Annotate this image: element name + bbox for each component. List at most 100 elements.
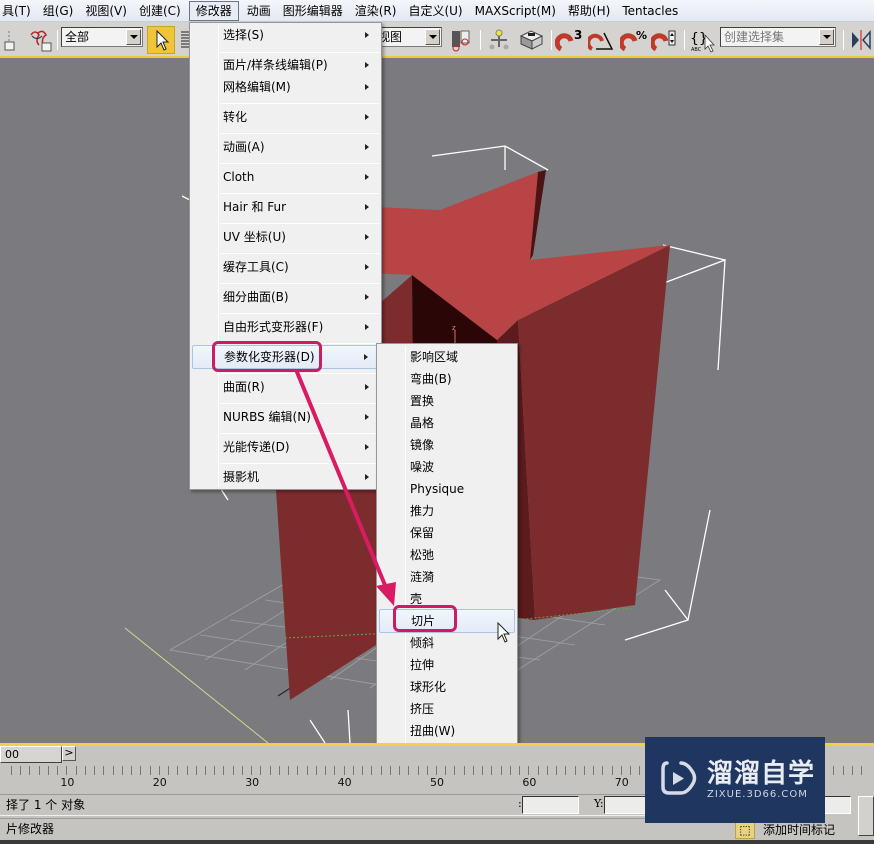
- menu-item-selection[interactable]: 选择(S): [192, 24, 379, 46]
- mirror-icon[interactable]: [848, 26, 874, 54]
- menu-tools[interactable]: 具(T): [0, 1, 37, 21]
- ruler-tick: [177, 766, 179, 775]
- time-slider-next-button[interactable]: >: [62, 746, 76, 761]
- time-tag-icon: ⬚: [735, 821, 755, 839]
- ruler-tick: [593, 766, 595, 775]
- ruler-tick: [371, 766, 373, 775]
- submenu-item[interactable]: 拉伸: [379, 654, 515, 676]
- menu-customize[interactable]: 自定义(U): [402, 1, 468, 21]
- menu-item-cache-tools[interactable]: 缓存工具(C): [192, 256, 379, 278]
- submenu-item[interactable]: 扭曲(W): [379, 720, 515, 742]
- menu-separator: [221, 223, 379, 224]
- menu-item-cameras[interactable]: 摄影机: [192, 466, 379, 488]
- menu-item-patch-spline-editing[interactable]: 面片/样条线编辑(P): [192, 54, 379, 76]
- percent-snap-icon[interactable]: %: [620, 26, 648, 54]
- ruler-tick: [620, 766, 622, 775]
- menu-maxscript[interactable]: MAXScript(M): [469, 1, 562, 21]
- menu-graph-editors[interactable]: 图形编辑器: [277, 1, 349, 21]
- ruler-label: 30: [245, 776, 260, 789]
- ruler-tick: [75, 766, 77, 775]
- menu-separator: [221, 463, 379, 464]
- y-coord-label: Y:: [594, 797, 604, 810]
- submenu-item[interactable]: Physique: [379, 478, 515, 500]
- submenu-item[interactable]: 涟漪: [379, 566, 515, 588]
- keyboard-shortcut-icon[interactable]: [517, 26, 545, 54]
- edit-named-selection-icon[interactable]: {} ABC: [688, 26, 718, 54]
- menu-item-cloth[interactable]: Cloth: [192, 166, 379, 188]
- menu-group[interactable]: 组(G): [37, 1, 80, 21]
- ruler-tick: [103, 766, 105, 775]
- menu-tentacles[interactable]: Tentacles: [616, 1, 684, 21]
- menu-views[interactable]: 视图(V): [79, 1, 133, 21]
- reference-coord-dropdown[interactable]: 视图: [375, 27, 442, 47]
- submenu-item[interactable]: 晶格: [379, 412, 515, 434]
- menu-item-free-form-deformers[interactable]: 自由形式变形器(F): [192, 316, 379, 338]
- x-coord-field[interactable]: [522, 796, 579, 814]
- chevron-down-icon[interactable]: [819, 29, 834, 45]
- toolbar-separator: [551, 30, 552, 50]
- menu-item-animation[interactable]: 动画(A): [192, 136, 379, 158]
- snap-3d-icon[interactable]: 3: [555, 26, 585, 54]
- menu-item-surface[interactable]: 曲面(R): [192, 376, 379, 398]
- menu-separator: [221, 313, 379, 314]
- ruler-tick: [334, 766, 336, 775]
- menu-rendering[interactable]: 渲染(R): [349, 1, 403, 21]
- chevron-down-icon[interactable]: [425, 29, 440, 45]
- ruler-tick: [66, 766, 68, 775]
- ruler-tick: [583, 766, 585, 775]
- submenu-arrow-icon: [365, 84, 369, 90]
- ruler-tick: [380, 766, 382, 775]
- chevron-down-icon[interactable]: [126, 29, 141, 45]
- submenu-arrow-icon: [365, 384, 369, 390]
- submenu-item[interactable]: 噪波: [379, 456, 515, 478]
- submenu-arrow-icon: [364, 354, 368, 360]
- spinner-snap-icon[interactable]: [651, 26, 679, 54]
- ruler-tick: [611, 766, 613, 775]
- submenu-item[interactable]: 推力: [379, 500, 515, 522]
- submenu-item[interactable]: 挤压: [379, 698, 515, 720]
- callout-slice: [393, 605, 457, 632]
- select-manipulate-icon[interactable]: [487, 26, 511, 54]
- menu-help[interactable]: 帮助(H): [562, 1, 616, 21]
- menu-modifiers[interactable]: 修改器: [188, 0, 239, 21]
- menu-item-radiosity[interactable]: 光能传递(D): [192, 436, 379, 458]
- unlink-icon[interactable]: [2, 26, 22, 54]
- ruler-label: 60: [522, 776, 537, 789]
- grid-setting-button[interactable]: [858, 796, 874, 836]
- ruler-tick: [186, 766, 188, 775]
- named-selection-dropdown[interactable]: 创建选择集: [720, 27, 836, 47]
- menu-item-nurbs-editing[interactable]: NURBS 编辑(N): [192, 406, 379, 428]
- submenu-arrow-icon: [365, 144, 369, 150]
- ruler-tick: [306, 766, 308, 775]
- selection-filter-dropdown[interactable]: 全部: [61, 27, 143, 47]
- submenu-item[interactable]: 球形化: [379, 676, 515, 698]
- submenu-item[interactable]: 保留: [379, 522, 515, 544]
- menu-item-conversion[interactable]: 转化: [192, 106, 379, 128]
- ruler-tick: [325, 766, 327, 775]
- submenu-item[interactable]: 置换: [379, 390, 515, 412]
- menu-item-mesh-editing[interactable]: 网格编辑(M): [192, 76, 379, 98]
- menu-create[interactable]: 创建(C): [133, 1, 187, 21]
- bind-space-warp-icon[interactable]: [26, 26, 54, 54]
- menu-item-hair-fur[interactable]: Hair 和 Fur: [192, 196, 379, 218]
- menu-item-uv-coordinates[interactable]: UV 坐标(U): [192, 226, 379, 248]
- svg-text:ABC: ABC: [691, 47, 702, 53]
- select-object-icon[interactable]: [147, 26, 175, 54]
- prompt-line: 片修改器: [0, 818, 740, 840]
- submenu-item[interactable]: 镜像: [379, 434, 515, 456]
- add-time-tag-button[interactable]: ⬚ 添加时间标记: [735, 820, 855, 840]
- ruler-tick: [47, 766, 49, 775]
- submenu-item[interactable]: 倾斜: [379, 632, 515, 654]
- submenu-item[interactable]: 松弛: [379, 544, 515, 566]
- y-coord-field[interactable]: [604, 796, 649, 814]
- submenu-item[interactable]: 弯曲(B): [379, 368, 515, 390]
- submenu-item[interactable]: 影响区域: [379, 346, 515, 368]
- time-slider[interactable]: 00: [0, 746, 62, 763]
- svg-text:3: 3: [574, 28, 582, 42]
- angle-snap-icon[interactable]: [588, 26, 616, 54]
- menu-animation[interactable]: 动画: [241, 1, 277, 21]
- pivot-center-icon[interactable]: [449, 26, 473, 54]
- watermark: 溜溜自学 ZIXUE.3D66.COM: [645, 737, 825, 823]
- menu-item-subdivision-surfaces[interactable]: 细分曲面(B): [192, 286, 379, 308]
- ruler-tick: [436, 766, 437, 775]
